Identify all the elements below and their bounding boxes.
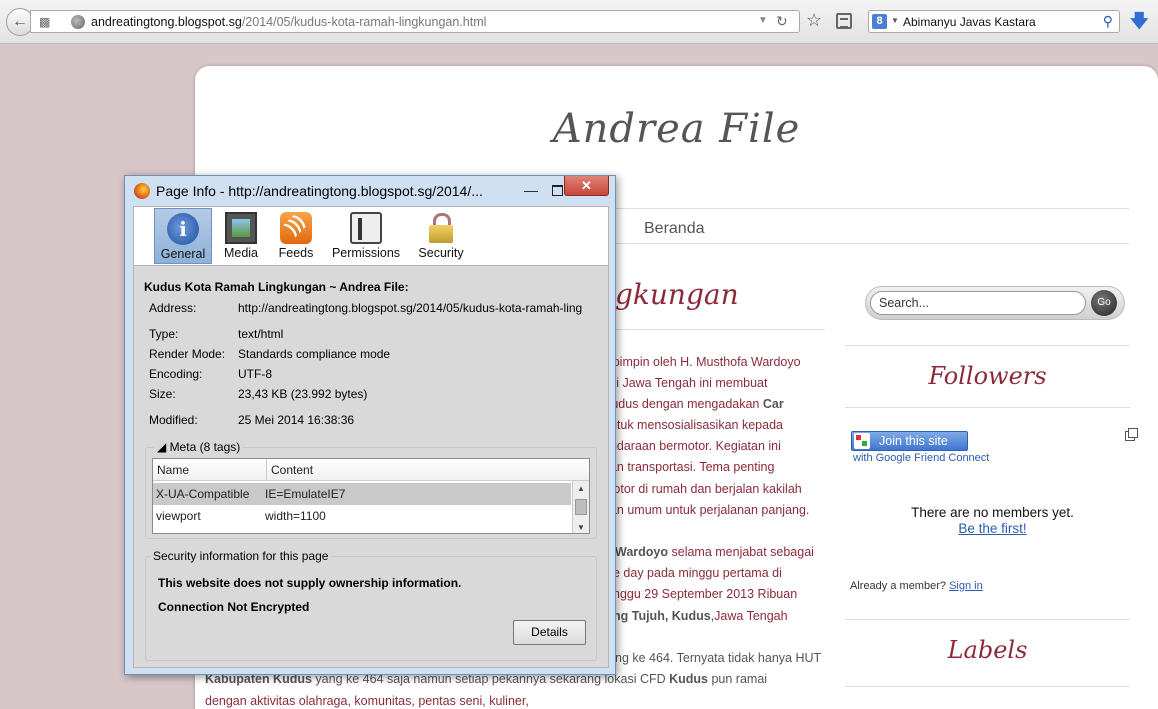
- star-icon[interactable]: ☆: [806, 10, 822, 31]
- google-friend-connect-icon: [854, 433, 870, 449]
- size-label: Size:: [149, 387, 176, 401]
- post-text-line: dengan aktivitas olahraga, komunitas, pe…: [205, 694, 529, 708]
- general-icon: i: [167, 213, 199, 245]
- scroll-thumb[interactable]: [575, 499, 587, 515]
- join-site-button[interactable]: Join this site: [851, 431, 968, 451]
- be-first-link[interactable]: Be the first!: [845, 521, 1140, 536]
- popout-icon[interactable]: [1125, 428, 1138, 441]
- already-member: Already a member? Sign in: [850, 580, 983, 592]
- page-info-dialog: Page Info - http://andreatingtong.blogsp…: [124, 175, 616, 675]
- type-label: Type:: [149, 327, 179, 341]
- media-icon: [225, 212, 257, 244]
- tab-feeds[interactable]: Feeds: [271, 208, 321, 264]
- connection-info: Connection Not Encrypted: [158, 600, 310, 614]
- security-legend: Security information for this page: [150, 549, 332, 563]
- ownership-info: This website does not supply ownership i…: [158, 576, 462, 590]
- address-value[interactable]: http://andreatingtong.blogspot.sg/2014/0…: [238, 301, 603, 315]
- search-input[interactable]: Abimanyu Javas Kastara: [903, 15, 1036, 29]
- post-text-line: ng Tujuh, Kudus,Jawa Tengah: [613, 609, 788, 623]
- column-header-content[interactable]: Content: [266, 459, 313, 481]
- sign-in-link[interactable]: Sign in: [949, 580, 983, 592]
- size-value: 23,43 KB (23.992 bytes): [238, 387, 368, 401]
- meta-table-header: Name Content: [153, 459, 589, 481]
- reload-icon[interactable]: ↻: [776, 13, 788, 30]
- general-panel: Kudus Kota Ramah Lingkungan ~ Andrea Fil…: [133, 265, 609, 668]
- divider: [845, 407, 1130, 408]
- post-text-line: nggu 29 September 2013 Ribuan: [613, 587, 798, 601]
- permissions-icon: [350, 212, 382, 244]
- post-text-line: ng ke 464. Ternyata tidak hanya HUT: [615, 651, 822, 665]
- url-bar[interactable]: ▩ andreatingtong.blogspot.sg/2014/05/kud…: [30, 10, 800, 33]
- post-text-line: e day pada minggu pertama di: [613, 566, 782, 580]
- post-text-line: endaraan bermotor. Kegiatan ini: [603, 439, 781, 453]
- table-row[interactable]: viewport width=1100: [153, 505, 571, 527]
- close-icon: ✕: [581, 178, 592, 193]
- blog-search: Search... Go: [865, 286, 1125, 320]
- meta-scrollbar[interactable]: ▲ ▼: [572, 481, 589, 533]
- no-members-text: There are no members yet.: [911, 505, 1074, 520]
- engine-dropdown-icon[interactable]: ▼: [891, 16, 899, 25]
- scroll-up-icon[interactable]: ▲: [577, 484, 585, 493]
- post-text-line: dan transportasi. Tema penting: [603, 460, 775, 474]
- page-title: Kudus Kota Ramah Lingkungan ~ Andrea Fil…: [144, 280, 409, 294]
- encoding-label: Encoding:: [149, 367, 203, 381]
- post-text-line: motor di rumah dan berjalan kakilah: [603, 482, 802, 496]
- back-arrow-icon: ←: [12, 13, 28, 30]
- modified-value: 25 Mei 2014 16:38:36: [238, 413, 355, 427]
- table-row[interactable]: X-UA-Compatible IE=EmulateIE7: [153, 483, 571, 505]
- search-engine-icon[interactable]: 8: [872, 14, 887, 29]
- modified-label: Modified:: [149, 413, 198, 427]
- tab-permissions[interactable]: Permissions: [326, 208, 406, 264]
- browser-toolbar: ← ▩ andreatingtong.blogspot.sg/2014/05/k…: [0, 0, 1158, 44]
- type-value: text/html: [238, 327, 284, 341]
- download-icon[interactable]: 🡇: [1130, 9, 1149, 39]
- meta-toggle[interactable]: ◢ Meta (8 tags): [154, 440, 244, 454]
- divider: [845, 619, 1130, 620]
- close-button[interactable]: ✕: [564, 176, 609, 196]
- divider: [845, 345, 1130, 346]
- history-icon[interactable]: ▩: [39, 15, 57, 29]
- labels-heading: Labels: [947, 636, 1028, 664]
- tab-media[interactable]: Media: [216, 208, 266, 264]
- scroll-down-icon[interactable]: ▼: [577, 523, 585, 532]
- column-header-name[interactable]: Name: [157, 463, 189, 477]
- post-text-line: Wardoyo selama menjabat sebagai: [615, 545, 814, 559]
- post-text-line: Kudus dengan mengadakan Car: [603, 397, 784, 411]
- nav-home-link[interactable]: Beranda: [644, 220, 705, 238]
- post-text-line: aan umum untuk perjalanan panjang.: [603, 503, 810, 517]
- firefox-icon: [134, 183, 150, 199]
- search-icon[interactable]: ⚲: [1103, 13, 1113, 30]
- divider: [845, 686, 1130, 687]
- address-label: Address:: [149, 301, 197, 315]
- security-icon: [425, 212, 457, 244]
- render-mode-value: Standards compliance mode: [238, 347, 391, 361]
- tab-general[interactable]: i General: [154, 208, 212, 264]
- encoding-value: UTF-8: [238, 367, 272, 381]
- dialog-titlebar[interactable]: Page Info - http://andreatingtong.blogsp…: [125, 176, 615, 205]
- bookmarks-icon[interactable]: [836, 13, 852, 29]
- blog-title[interactable]: Andrea File: [195, 106, 1158, 152]
- gfc-subtitle[interactable]: with Google Friend Connect: [853, 452, 989, 464]
- followers-heading: Followers: [928, 362, 1047, 390]
- details-button[interactable]: Details: [513, 620, 586, 645]
- post-text-line: untuk mensosialisasikan kepada: [603, 418, 783, 432]
- dialog-tabs: i General Media Feeds Permissions Securi…: [133, 206, 609, 265]
- url-text[interactable]: andreatingtong.blogspot.sg/2014/05/kudus…: [91, 15, 486, 29]
- dialog-title: Page Info - http://andreatingtong.blogsp…: [156, 183, 483, 199]
- search-bar[interactable]: 8 ▼ Abimanyu Javas Kastara ⚲: [868, 10, 1120, 33]
- post-title[interactable]: gkungan: [615, 278, 739, 311]
- dropdown-icon[interactable]: ▼: [758, 15, 768, 26]
- tab-security[interactable]: Security: [410, 208, 472, 264]
- globe-icon[interactable]: [71, 15, 85, 29]
- minimize-button[interactable]: —: [518, 182, 544, 200]
- blog-search-input[interactable]: Search...: [870, 291, 1086, 315]
- go-button[interactable]: Go: [1091, 290, 1117, 316]
- feeds-icon: [280, 212, 312, 244]
- post-text-line: l di Jawa Tengah ini membuat: [603, 376, 768, 390]
- render-mode-label: Render Mode:: [149, 347, 226, 361]
- meta-table[interactable]: Name Content X-UA-Compatible IE=EmulateI…: [152, 458, 590, 534]
- post-text-line: dipimpin oleh H. Musthofa Wardoyo: [603, 355, 801, 369]
